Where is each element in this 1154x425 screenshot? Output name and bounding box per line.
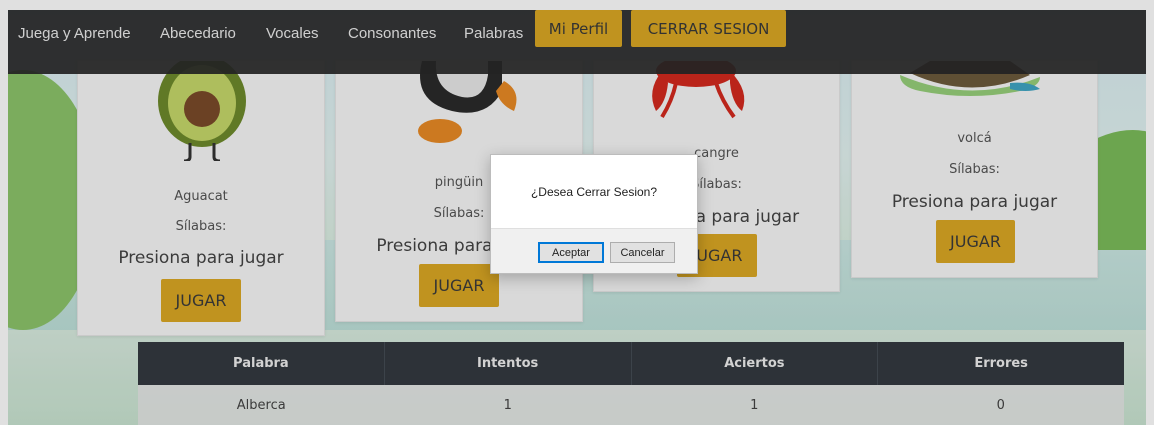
ok-button[interactable]: Aceptar: [538, 242, 604, 263]
dialog-message: ¿Desea Cerrar Sesion?: [530, 185, 658, 199]
cancel-button[interactable]: Cancelar: [610, 242, 675, 263]
logout-confirm-dialog: ¿Desea Cerrar Sesion? Aceptar Cancelar: [490, 154, 698, 274]
dialog-footer: Aceptar Cancelar: [491, 228, 697, 273]
